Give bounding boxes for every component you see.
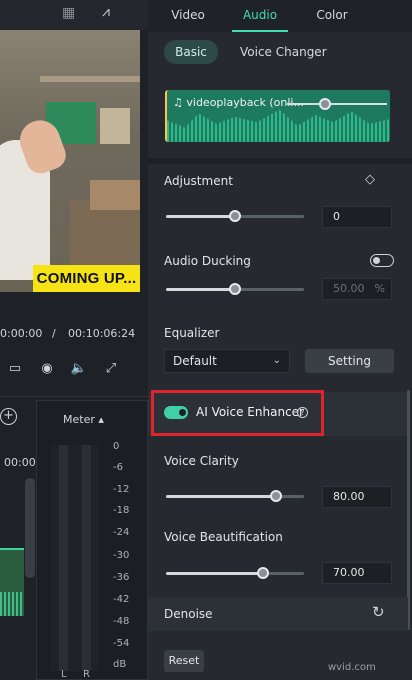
audio-meter: Meter ▴ 0 -6 -12 -18 -24 -30 -36 -42 -48…: [36, 400, 148, 680]
audio-ducking-value-box[interactable]: 50.00 %: [322, 278, 392, 300]
section-divider: [148, 158, 412, 164]
player-timecode: 0:00:00 / 00:10:06:24: [0, 327, 148, 343]
audio-clip-preview[interactable]: ♫ videoplayback (onli...: [165, 90, 390, 142]
db-label: -12: [113, 484, 130, 495]
time-separator: /: [52, 327, 56, 340]
meter-bar-right: [82, 445, 91, 671]
property-tabs: Video Audio Color: [148, 0, 412, 32]
watermark: wvid.com: [328, 662, 376, 673]
audio-ducking-unit: %: [374, 282, 385, 295]
panel-divider: [0, 396, 148, 397]
slider-knob[interactable]: [229, 283, 241, 295]
reset-button[interactable]: Reset: [164, 650, 204, 672]
voice-beautification-slider[interactable]: [166, 567, 304, 579]
timeline-clip[interactable]: [0, 548, 24, 616]
snapshot-camera-icon[interactable]: ◉: [38, 361, 56, 377]
voice-clarity-label: Voice Clarity: [164, 454, 239, 468]
denoise-label: Denoise: [164, 607, 213, 621]
preview-chair: [90, 180, 140, 210]
current-time: 0:00:00: [0, 327, 43, 340]
tab-audio[interactable]: Audio: [232, 0, 288, 32]
clip-volume-knob[interactable]: [319, 98, 331, 110]
fullscreen-icon[interactable]: ⤢: [102, 361, 120, 377]
db-label: 0: [113, 441, 120, 452]
meter-title[interactable]: Meter ▴: [63, 413, 104, 426]
db-label: -24: [113, 527, 130, 538]
db-unit-label: dB: [113, 659, 127, 670]
voice-clarity-value[interactable]: 80.00: [322, 486, 392, 508]
preview-overlay-text: COMING UP...: [33, 265, 140, 292]
audio-ducking-value: 50.00: [333, 282, 365, 295]
meter-left-label: L: [61, 669, 67, 680]
adjustment-value[interactable]: 0: [322, 206, 392, 228]
slider-knob[interactable]: [256, 567, 269, 579]
subtab-voice-changer[interactable]: Voice Changer: [240, 40, 327, 64]
adjustment-slider[interactable]: [166, 210, 304, 222]
clip-volume-line: [287, 103, 387, 105]
panel-scrollbar[interactable]: [407, 390, 410, 630]
clip-waveform: [0, 592, 24, 616]
audio-ducking-toggle[interactable]: [370, 254, 394, 267]
meter-dropdown-arrow-icon: ▴: [98, 413, 104, 426]
meter-right-label: R: [83, 669, 90, 680]
waveform-chart-icon[interactable]: ⩘: [102, 4, 110, 20]
db-label: -18: [113, 505, 130, 516]
slider-fill: [166, 572, 263, 575]
db-label: -48: [113, 616, 130, 627]
total-time: 00:10:06:24: [68, 327, 136, 340]
reset-rotate-icon[interactable]: ↻: [372, 603, 385, 621]
keyframe-diamond-icon[interactable]: ◇: [365, 172, 375, 187]
tab-color[interactable]: Color: [306, 0, 358, 32]
voice-clarity-slider[interactable]: [166, 490, 304, 502]
timeline-scrollbar[interactable]: [25, 478, 35, 578]
add-track-icon[interactable]: +: [0, 408, 17, 425]
video-preview: [0, 30, 140, 292]
subtab-basic[interactable]: Basic: [164, 40, 218, 64]
timeline-ruler-time: 00:00: [4, 456, 36, 469]
display-monitor-icon[interactable]: ▭: [6, 361, 24, 377]
meter-bar-left: [59, 445, 68, 671]
db-label: -30: [113, 550, 130, 561]
equalizer-label: Equalizer: [164, 326, 220, 340]
meter-bars: [51, 445, 99, 671]
chevron-down-icon: ⌄: [272, 355, 281, 366]
grid-view-icon[interactable]: ▦: [62, 5, 75, 21]
audio-ducking-slider[interactable]: [166, 283, 304, 295]
audio-clip-waveform: [167, 109, 390, 142]
music-note-icon: ♫: [173, 96, 183, 109]
adjustment-label: Adjustment: [164, 174, 233, 188]
preview-books-2: [100, 108, 130, 144]
db-label: -42: [113, 594, 130, 605]
equalizer-selected: Default: [173, 354, 217, 368]
volume-icon[interactable]: 🔈: [70, 361, 88, 377]
denoise-row: Denoise ↻: [148, 597, 408, 631]
highlight-box: [151, 390, 324, 436]
slider-fill: [166, 288, 235, 291]
equalizer-setting-button[interactable]: Setting: [305, 349, 394, 373]
preview-shelf: [40, 76, 140, 82]
slider-fill: [166, 215, 235, 218]
voice-beautification-label: Voice Beautification: [164, 530, 283, 544]
db-label: -54: [113, 638, 130, 649]
voice-beautification-value[interactable]: 70.00: [322, 562, 392, 584]
tab-video[interactable]: Video: [158, 0, 218, 32]
slider-fill: [166, 495, 277, 498]
equalizer-dropdown[interactable]: Default ⌄: [164, 349, 290, 373]
db-label: -6: [113, 462, 123, 473]
meter-title-text: Meter: [63, 413, 95, 426]
db-label: -36: [113, 572, 130, 583]
preview-toolbar: ▦ ⩘: [0, 0, 148, 30]
toggle-dot: [373, 256, 380, 264]
clip-title: ♫ videoplayback (onli...: [173, 96, 304, 109]
audio-ducking-label: Audio Ducking: [164, 254, 251, 268]
slider-knob[interactable]: [229, 210, 241, 222]
